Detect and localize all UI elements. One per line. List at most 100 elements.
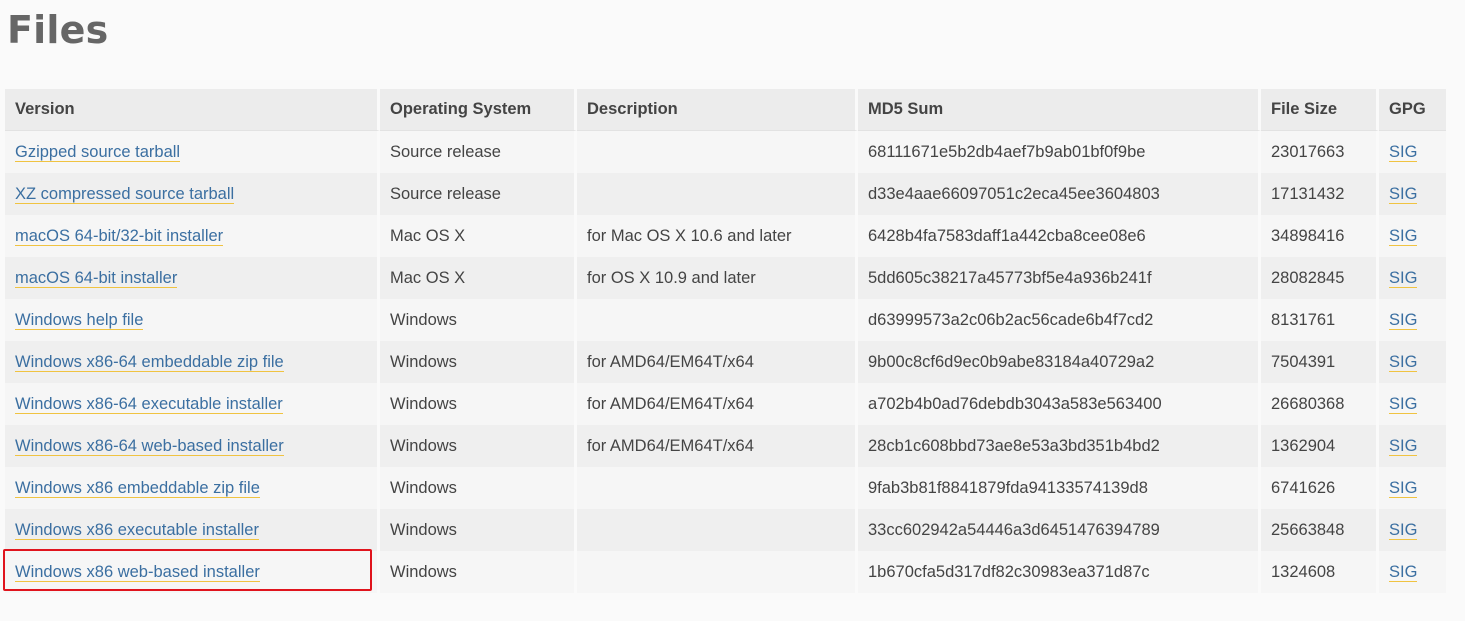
file-size-cell: 26680368 (1261, 383, 1379, 425)
description-cell: for AMD64/EM64T/x64 (577, 425, 858, 467)
description-cell: for AMD64/EM64T/x64 (577, 341, 858, 383)
file-size-text: 28082845 (1271, 268, 1345, 287)
os-text: Windows (390, 352, 457, 371)
os-text: Windows (390, 310, 457, 329)
version-link[interactable]: Windows help file (15, 310, 144, 330)
description-cell (577, 131, 858, 173)
gpg-sig-link[interactable]: SIG (1389, 268, 1418, 288)
file-size-cell: 8131761 (1261, 299, 1379, 341)
version-cell: Windows x86-64 web-based installer (5, 425, 380, 467)
version-link[interactable]: macOS 64-bit installer (15, 268, 178, 288)
version-cell: Windows x86 web-based installer (5, 551, 380, 593)
table-row: Gzipped source tarball Source release 6811… (5, 131, 1446, 173)
description-cell (577, 551, 858, 593)
table-row: Windows x86 executable installer Windows 3… (5, 509, 1446, 551)
os-text: Mac OS X (390, 268, 466, 287)
description-text: for Mac OS X 10.6 and later (587, 226, 792, 245)
md5-cell: d63999573a2c06b2ac56cade6b4f7cd2 (858, 299, 1261, 341)
table-row: Windows x86 web-based installer Windows 1b… (5, 551, 1446, 593)
md5-text: d63999573a2c06b2ac56cade6b4f7cd2 (868, 310, 1154, 329)
description-text: for AMD64/EM64T/x64 (587, 436, 754, 455)
table-row: Windows x86-64 web-based installer Window… (5, 425, 1446, 467)
file-size-cell: 23017663 (1261, 131, 1379, 173)
version-cell: Gzipped source tarball (5, 131, 380, 173)
gpg-sig-link[interactable]: SIG (1389, 184, 1418, 204)
version-link[interactable]: Windows x86 web-based installer (15, 562, 260, 582)
os-text: Windows (390, 562, 457, 581)
file-size-text: 26680368 (1271, 394, 1345, 413)
file-size-text: 1324608 (1271, 562, 1336, 581)
os-cell: Source release (380, 173, 577, 215)
file-size-cell: 6741626 (1261, 467, 1379, 509)
table-header-row: Version Operating System Description MD5… (5, 89, 1446, 131)
description-cell (577, 509, 858, 551)
gpg-sig-link[interactable]: SIG (1389, 142, 1418, 162)
md5-text: 28cb1c608bbd73ae8e53a3bd351b4bd2 (868, 436, 1160, 455)
md5-text: 5dd605c38217a45773bf5e4a936b241f (868, 268, 1152, 287)
table-row: Windows x86 embeddable zip file Windows 9f… (5, 467, 1446, 509)
gpg-sig-link[interactable]: SIG (1389, 352, 1418, 372)
md5-cell: 9b00c8cf6d9ec0b9abe83184a40729a2 (858, 341, 1261, 383)
md5-cell: 6428b4fa7583daff1a442cba8cee08e6 (858, 215, 1261, 257)
md5-cell: 28cb1c608bbd73ae8e53a3bd351b4bd2 (858, 425, 1261, 467)
md5-text: 6428b4fa7583daff1a442cba8cee08e6 (868, 226, 1146, 245)
version-link[interactable]: Windows x86-64 web-based installer (15, 436, 284, 456)
header-description: Description (577, 89, 858, 131)
description-cell (577, 173, 858, 215)
os-cell: Mac OS X (380, 215, 577, 257)
table-row: macOS 64-bit installer Mac OS X for OS X 1… (5, 257, 1446, 299)
description-cell (577, 299, 858, 341)
file-size-text: 23017663 (1271, 142, 1345, 161)
table-row: macOS 64-bit/32-bit installer Mac OS X for… (5, 215, 1446, 257)
description-text: for AMD64/EM64T/x64 (587, 352, 754, 371)
os-cell: Mac OS X (380, 257, 577, 299)
file-size-cell: 25663848 (1261, 509, 1379, 551)
md5-cell: a702b4b0ad76debdb3043a583e563400 (858, 383, 1261, 425)
page-title: Files (7, 8, 109, 52)
file-size-text: 8131761 (1271, 310, 1336, 329)
md5-text: a702b4b0ad76debdb3043a583e563400 (868, 394, 1162, 413)
version-cell: Windows x86 embeddable zip file (5, 467, 380, 509)
version-link[interactable]: XZ compressed source tarball (15, 184, 235, 204)
version-link[interactable]: Windows x86 executable installer (15, 520, 259, 540)
gpg-sig-cell: SIG (1379, 467, 1446, 509)
os-cell: Windows (380, 341, 577, 383)
gpg-sig-cell: SIG (1379, 383, 1446, 425)
os-text: Source release (390, 142, 501, 161)
gpg-sig-link[interactable]: SIG (1389, 226, 1418, 246)
os-cell: Windows (380, 509, 577, 551)
header-md5-sum: MD5 Sum (858, 89, 1261, 131)
description-cell: for OS X 10.9 and later (577, 257, 858, 299)
files-page: Files Version Operating System Descripti… (0, 0, 1465, 621)
gpg-sig-link[interactable]: SIG (1389, 436, 1418, 456)
version-link[interactable]: Windows x86-64 executable installer (15, 394, 283, 414)
gpg-sig-cell: SIG (1379, 215, 1446, 257)
gpg-sig-cell: SIG (1379, 551, 1446, 593)
file-size-text: 25663848 (1271, 520, 1345, 539)
header-operating-system: Operating System (380, 89, 577, 131)
gpg-sig-cell: SIG (1379, 131, 1446, 173)
gpg-sig-cell: SIG (1379, 173, 1446, 215)
md5-cell: 9fab3b81f8841879fda94133574139d8 (858, 467, 1261, 509)
md5-cell: 5dd605c38217a45773bf5e4a936b241f (858, 257, 1261, 299)
version-cell: macOS 64-bit/32-bit installer (5, 215, 380, 257)
version-cell: Windows x86-64 embeddable zip file (5, 341, 380, 383)
file-size-cell: 1362904 (1261, 425, 1379, 467)
gpg-sig-link[interactable]: SIG (1389, 562, 1418, 582)
gpg-sig-link[interactable]: SIG (1389, 310, 1418, 330)
version-link[interactable]: Gzipped source tarball (15, 142, 181, 162)
gpg-sig-link[interactable]: SIG (1389, 394, 1418, 414)
description-cell: for Mac OS X 10.6 and later (577, 215, 858, 257)
os-text: Windows (390, 436, 457, 455)
md5-text: 9fab3b81f8841879fda94133574139d8 (868, 478, 1148, 497)
gpg-sig-cell: SIG (1379, 509, 1446, 551)
os-text: Windows (390, 520, 457, 539)
gpg-sig-link[interactable]: SIG (1389, 520, 1418, 540)
gpg-sig-link[interactable]: SIG (1389, 478, 1418, 498)
version-link[interactable]: Windows x86-64 embeddable zip file (15, 352, 284, 372)
os-text: Source release (390, 184, 501, 203)
os-text: Windows (390, 394, 457, 413)
version-link[interactable]: macOS 64-bit/32-bit installer (15, 226, 224, 246)
version-link[interactable]: Windows x86 embeddable zip file (15, 478, 260, 498)
md5-cell: 1b670cfa5d317df82c30983ea371d87c (858, 551, 1261, 593)
